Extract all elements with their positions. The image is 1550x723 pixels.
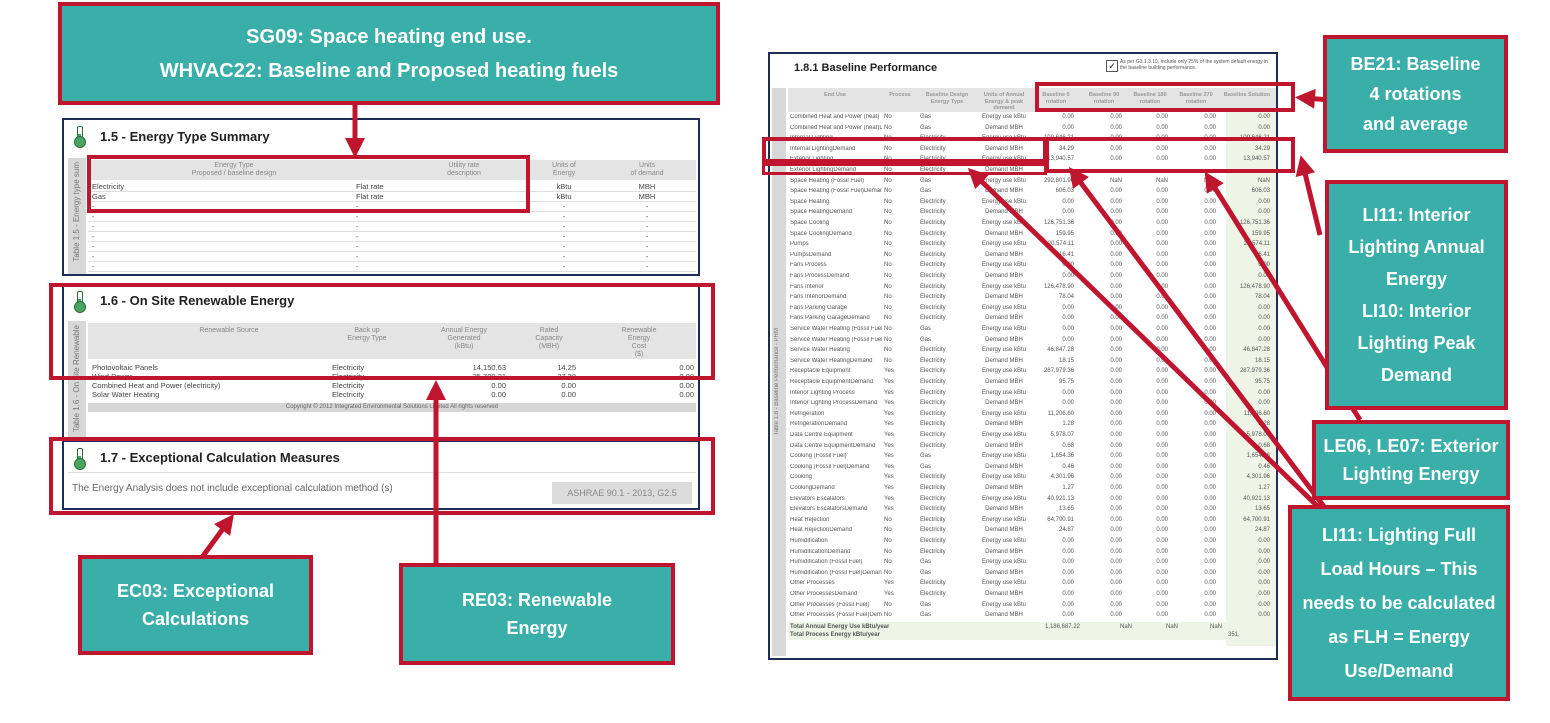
callout-sg09-line1: SG09: Space heating end use. [246,25,532,48]
callout-sg09-line2: WHVAC22: Baseline and Proposed heating f… [159,59,619,82]
callout-li10-line2: Lighting Peak [1357,333,1476,353]
callout-be21-line1: BE21: Baseline [1350,54,1481,74]
arrow-flh-b [1068,167,1342,530]
callout-ec03-line1: EC03: Exceptional [116,581,275,601]
callout-li11-li10: LI11: Interior Lighting Annual Energy LI… [1325,180,1508,410]
callout-flh-line1: LI11: Lighting Full [1322,525,1476,545]
callout-li11-flh: LI11: Lighting Full Load Hours – This ne… [1288,505,1510,701]
arrow-li11 [1295,155,1323,236]
callout-re03-line2: Energy [506,618,568,638]
callout-le06-line2: Lighting Energy [1342,464,1480,484]
callout-ec03: EC03: Exceptional Calculations [78,555,313,655]
callout-be21-line3: and average [1362,114,1469,134]
callout-le06: LE06, LE07: Exterior Lighting Energy [1312,420,1510,500]
callout-ec03-line2: Calculations [141,609,250,629]
callout-flh-line4: as FLH = Energy [1328,627,1470,647]
callout-flh-line5: Use/Demand [1344,661,1454,681]
callout-li11-line1: LI11: Interior [1362,205,1471,225]
callout-li10-line3: Demand [1380,365,1452,385]
callout-flh-line3: needs to be calculated [1302,593,1496,613]
callout-li11-line2: Lighting Annual [1348,237,1485,257]
callout-be21: BE21: Baseline 4 rotations and average [1323,35,1508,153]
callout-flh-line2: Load Hours – This [1320,559,1478,579]
arrow-flh-a [967,168,1342,530]
callout-be21-line2: 4 rotations [1369,84,1462,104]
callout-li11-line3: Energy [1385,269,1448,289]
callout-re03-line1: RE03: Renewable [461,590,613,610]
callout-re03: RE03: Renewable Energy [399,563,675,665]
callout-le06-line1: LE06, LE07: Exterior [1323,436,1499,456]
callout-sg09: SG09: Space heating end use. WHVAC22: Ba… [58,2,720,105]
callout-li10-line1: LI10: Interior [1361,301,1472,321]
